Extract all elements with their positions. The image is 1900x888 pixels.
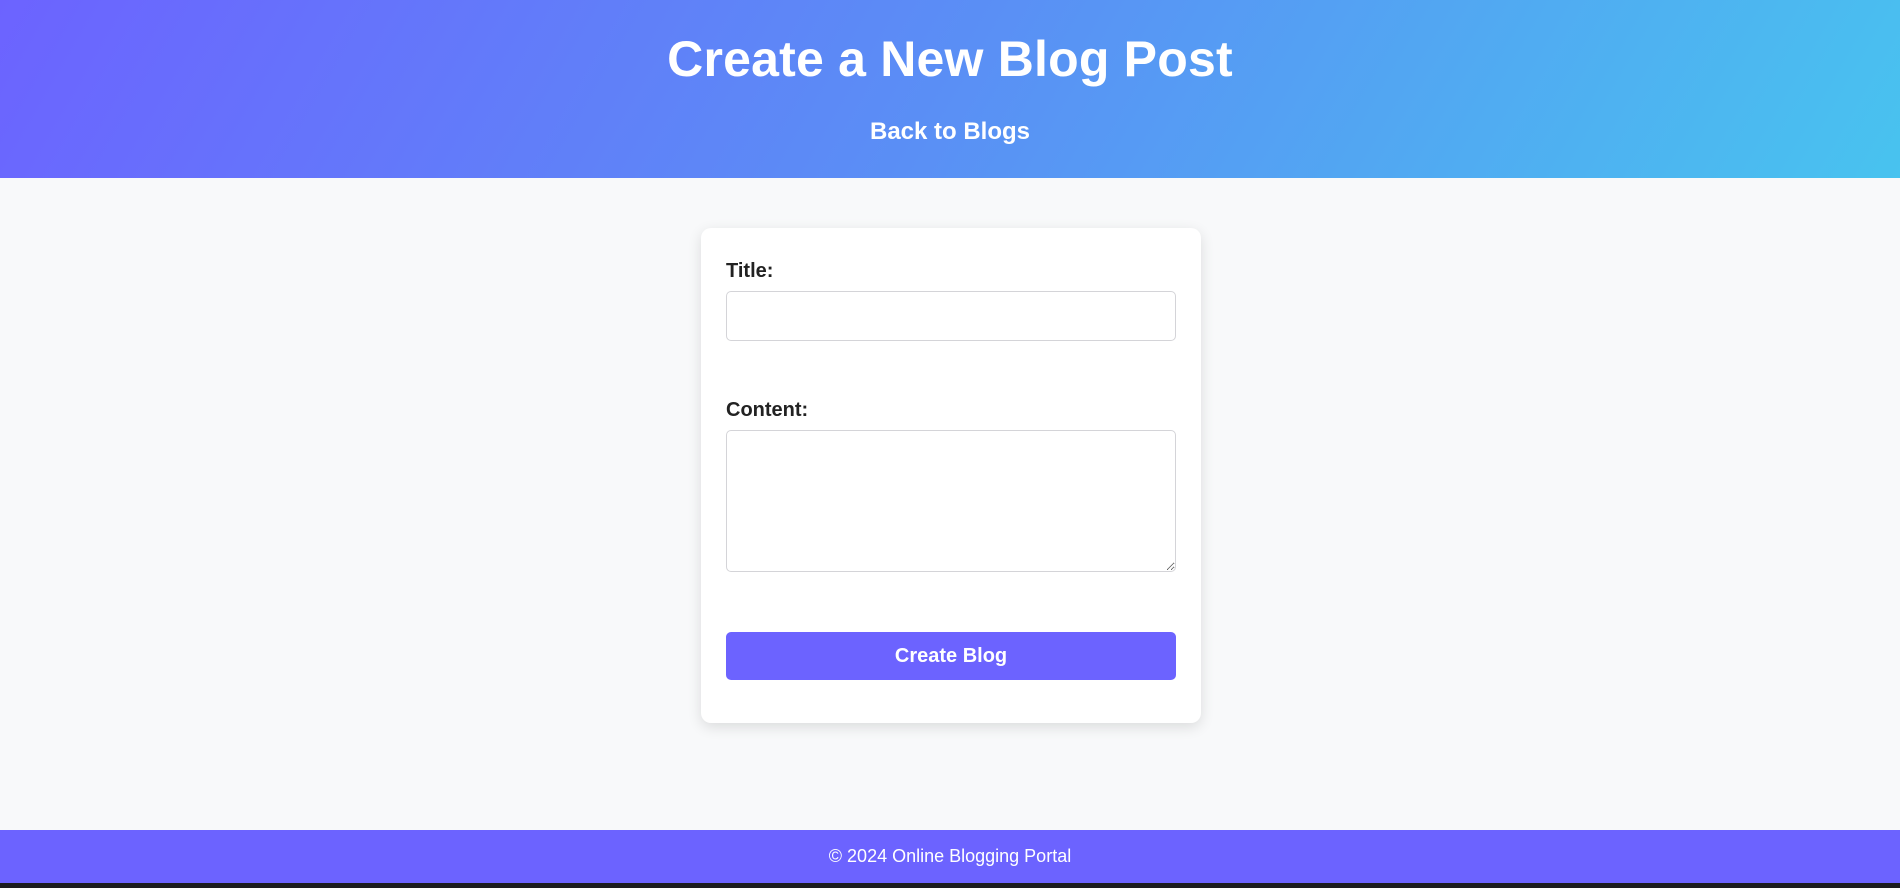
main-content: Title: Content: Create Blog: [0, 178, 1900, 830]
title-label: Title:: [726, 260, 774, 282]
back-to-blogs-link[interactable]: Back to Blogs: [0, 118, 1900, 146]
copyright-text: © 2024 Online Blogging Portal: [828, 846, 1072, 866]
create-blog-form: Title: Content: Create Blog: [701, 228, 1201, 723]
content-textarea[interactable]: [726, 430, 1176, 572]
page-footer: © 2024 Online Blogging Portal: [0, 830, 1900, 883]
title-input[interactable]: [726, 291, 1176, 341]
content-label: Content:: [726, 399, 809, 421]
page-header: Create a New Blog Post Back to Blogs: [0, 0, 1900, 178]
page: Create a New Blog Post Back to Blogs Tit…: [0, 0, 1900, 888]
page-title: Create a New Blog Post: [667, 31, 1233, 87]
create-blog-button[interactable]: Create Blog: [726, 632, 1176, 680]
